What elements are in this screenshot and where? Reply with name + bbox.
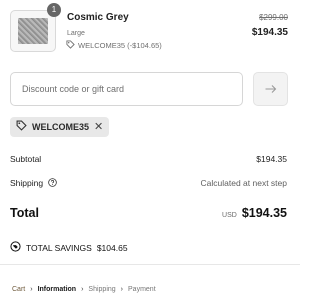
shipping-value: Calculated at next step (200, 178, 287, 188)
breadcrumb-payment: Payment (128, 286, 156, 293)
breadcrumb-cart[interactable]: Cart (12, 286, 25, 293)
total-amount: $194.35 (241, 206, 287, 220)
savings-value: $104.65 (96, 242, 128, 253)
item-discount-text: WELCOME35 (-$104.65) (78, 41, 162, 50)
shipping-label-row: Shipping (10, 178, 58, 189)
divider (0, 264, 300, 265)
shipping-label: Shipping (10, 178, 44, 188)
chevron-right-icon: › (120, 286, 124, 293)
chevron-right-icon: › (30, 286, 33, 293)
chevron-right-icon: › (81, 286, 84, 293)
product-variant: Large (67, 30, 85, 37)
savings-tag-icon (10, 241, 21, 254)
quantity-badge: 1 (47, 3, 61, 17)
subtotal-value: $194.35 (256, 154, 287, 164)
product-image (18, 18, 48, 44)
savings-label: TOTAL SAVINGS (26, 242, 92, 253)
product-name: Cosmic Grey (67, 12, 129, 23)
applied-discount-tag: WELCOME35 ✕ (10, 117, 110, 137)
discount-code-input[interactable] (10, 72, 243, 106)
tag-icon (66, 40, 75, 51)
question-circle-icon[interactable] (48, 178, 58, 189)
currency-code: USD (222, 212, 237, 219)
tag-icon (16, 118, 27, 136)
item-price: $194.35 (251, 27, 288, 38)
breadcrumb-shipping: Shipping (88, 286, 116, 293)
apply-discount-button[interactable] (253, 72, 288, 106)
total-value-group: USD $194.35 (222, 206, 287, 220)
total-label: Total (10, 206, 39, 220)
breadcrumb: Cart › Information › Shipping › Payment (12, 286, 156, 293)
product-thumbnail (10, 10, 56, 52)
breadcrumb-information: Information (37, 286, 77, 293)
applied-code-label: WELCOME35 (32, 122, 90, 132)
item-discount: WELCOME35 (-$104.65) (66, 40, 162, 51)
total-savings: TOTAL SAVINGS $104.65 (10, 241, 128, 254)
remove-discount-close-icon[interactable]: ✕ (94, 121, 103, 133)
original-price: $299.00 (259, 13, 288, 22)
subtotal-label: Subtotal (10, 154, 42, 164)
arrow-right-icon (265, 82, 277, 97)
